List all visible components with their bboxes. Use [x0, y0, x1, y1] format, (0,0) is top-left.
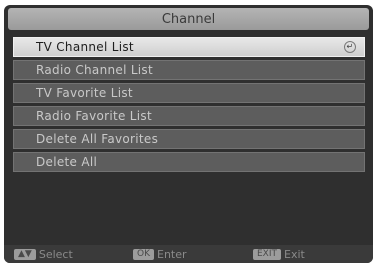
hint-enter: OK Enter	[133, 248, 187, 261]
menu-item-label: Delete All	[36, 155, 98, 169]
tv-menu-screen: Channel TV Channel List ↵ Radio Channel …	[4, 5, 373, 263]
hint-enter-label: Enter	[157, 247, 187, 261]
hint-exit: EXIT Exit	[253, 248, 305, 261]
menu-item-delete-all-favorites[interactable]: Delete All Favorites	[13, 129, 365, 149]
menu-item-label: Radio Favorite List	[36, 109, 152, 123]
menu-item-delete-all[interactable]: Delete All	[13, 152, 365, 172]
menu-item-radio-channel-list[interactable]: Radio Channel List	[13, 60, 365, 80]
menu-item-label: Radio Channel List	[36, 63, 153, 77]
hint-select: ▲▼ Select	[14, 248, 73, 261]
menu-title: Channel	[8, 8, 369, 30]
menu-item-label: TV Favorite List	[36, 86, 133, 100]
channel-menu: TV Channel List ↵ Radio Channel List TV …	[13, 37, 365, 172]
menu-item-radio-favorite-list[interactable]: Radio Favorite List	[13, 106, 365, 126]
menu-item-label: TV Channel List	[36, 40, 134, 54]
ok-key-icon: OK	[133, 248, 154, 260]
hint-exit-label: Exit	[284, 247, 305, 261]
key-hint-bar: ▲▼ Select OK Enter EXIT Exit	[4, 245, 373, 263]
menu-item-tv-channel-list[interactable]: TV Channel List ↵	[13, 37, 365, 57]
exit-key-icon: EXIT	[253, 248, 282, 260]
menu-item-tv-favorite-list[interactable]: TV Favorite List	[13, 83, 365, 103]
hint-select-label: Select	[38, 247, 73, 261]
menu-item-label: Delete All Favorites	[36, 132, 159, 146]
up-down-key-icon: ▲▼	[14, 248, 36, 260]
enter-icon: ↵	[344, 41, 356, 53]
